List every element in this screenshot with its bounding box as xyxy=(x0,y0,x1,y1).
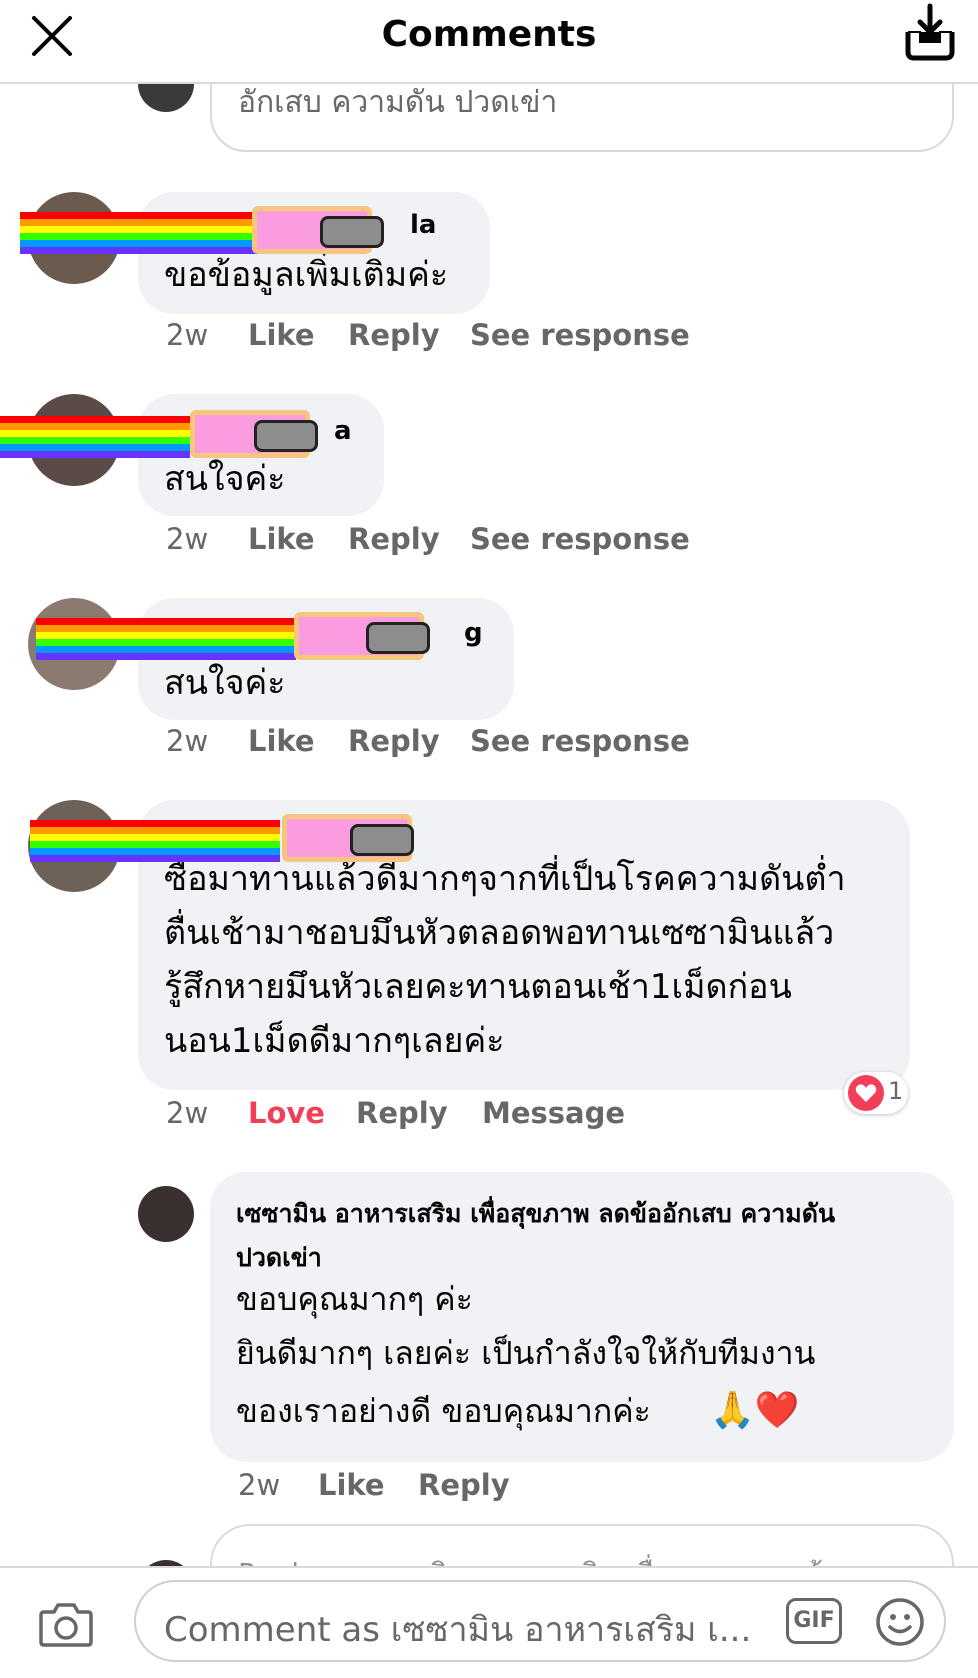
camera-icon[interactable] xyxy=(38,1600,94,1648)
reply-emoji: 🙏❤️ xyxy=(710,1390,800,1431)
download-icon[interactable] xyxy=(900,2,960,62)
comment-time: 2w xyxy=(166,1096,209,1130)
heart-icon xyxy=(848,1075,884,1111)
comment-actions: 2w Love Reply Message xyxy=(166,1096,766,1136)
gif-button[interactable]: GIF xyxy=(786,1598,842,1644)
reaction-count: 1 xyxy=(888,1077,904,1105)
reply-button[interactable]: Reply xyxy=(418,1468,510,1502)
reply-text: อักเสบ ความดัน ปวดเข่า xyxy=(238,85,558,120)
love-button[interactable]: Love xyxy=(248,1096,325,1130)
comment-text-line: รู้สึกหายมึนหัวเลยคะทานตอนเช้า1เม็ดก่อน xyxy=(164,967,792,1007)
reply-button[interactable]: Reply xyxy=(348,318,440,352)
comment-text: สนใจค่ะ xyxy=(164,663,286,703)
header: Comments xyxy=(0,0,978,84)
avatar[interactable] xyxy=(138,82,194,112)
reply-text-line: ของเราอย่างดี ขอบคุณมากค่ะ xyxy=(236,1392,651,1430)
see-response-button[interactable]: See response xyxy=(470,522,690,556)
comment-placeholder: Comment as เซซามิน อาหารเสริม เ... xyxy=(164,1610,752,1650)
reply-bubble: เซซามิน อาหารเสริม เพื่อสุขภาพ ลดข้ออักเ… xyxy=(210,1172,954,1462)
see-response-button[interactable]: See response xyxy=(470,724,690,758)
page-name[interactable]: เซซามิน อาหารเสริม เพื่อสุขภาพ ลดข้ออักเ… xyxy=(236,1194,835,1234)
reply-text-line: ยินดีมากๆ เลยค่ะ เป็นกำลังใจให้กับทีมงาน xyxy=(236,1334,816,1372)
comment-time: 2w xyxy=(166,522,209,556)
comment-text-line: นอน1เม็ดดีมากๆเลยค่ะ xyxy=(164,1021,505,1061)
see-response-button[interactable]: See response xyxy=(470,318,690,352)
redaction-image xyxy=(30,814,450,866)
redaction-image xyxy=(36,612,476,664)
like-button[interactable]: Like xyxy=(248,724,315,758)
reply-actions: 2w Like Reply xyxy=(238,1468,638,1508)
comment-actions: 2w Like Reply See response xyxy=(166,724,766,764)
comment-time: 2w xyxy=(166,318,209,352)
message-button[interactable]: Message xyxy=(482,1096,625,1130)
reply-input-placeholder: Reply as เซซามิน อาหารเสริม เพื่อสุขภาพ … xyxy=(238,1552,866,1566)
comment-actions: 2w Like Reply See response xyxy=(166,522,766,562)
redaction-image xyxy=(20,206,420,258)
reply-input[interactable]: Reply as เซซามิน อาหารเสริม เพื่อสุขภาพ … xyxy=(210,1524,954,1566)
comment-text-line: ตื่นเช้ามาชอบมึนหัวตลอดพอทานเซซามินแล้ว xyxy=(164,913,835,953)
reaction-badge[interactable]: 1 xyxy=(844,1072,908,1114)
reply-time: 2w xyxy=(238,1468,281,1502)
comments-list[interactable]: อักเสบ ความดัน ปวดเข่า la ขอข้อมูลเพิ่มเ… xyxy=(0,82,978,1566)
reply-button[interactable]: Reply xyxy=(348,724,440,758)
reply-button[interactable]: Reply xyxy=(348,522,440,556)
comment-composer: Comment as เซซามิน อาหารเสริม เ... GIF xyxy=(0,1566,978,1678)
reply-text-line: ขอบคุณมากๆ ค่ะ xyxy=(236,1280,473,1318)
comment-input[interactable]: Comment as เซซามิน อาหารเสริม เ... GIF xyxy=(134,1580,946,1662)
reply-bubble: อักเสบ ความดัน ปวดเข่า xyxy=(210,82,954,152)
like-button[interactable]: Like xyxy=(248,318,315,352)
emoji-icon[interactable] xyxy=(874,1596,926,1648)
like-button[interactable]: Like xyxy=(248,522,315,556)
reply-button[interactable]: Reply xyxy=(356,1096,448,1130)
like-button[interactable]: Like xyxy=(318,1468,385,1502)
page-avatar[interactable] xyxy=(138,1186,194,1242)
comment-time: 2w xyxy=(166,724,209,758)
comment-actions: 2w Like Reply See response xyxy=(166,318,766,358)
page-title: Comments xyxy=(381,14,597,55)
redaction-image xyxy=(0,410,340,462)
